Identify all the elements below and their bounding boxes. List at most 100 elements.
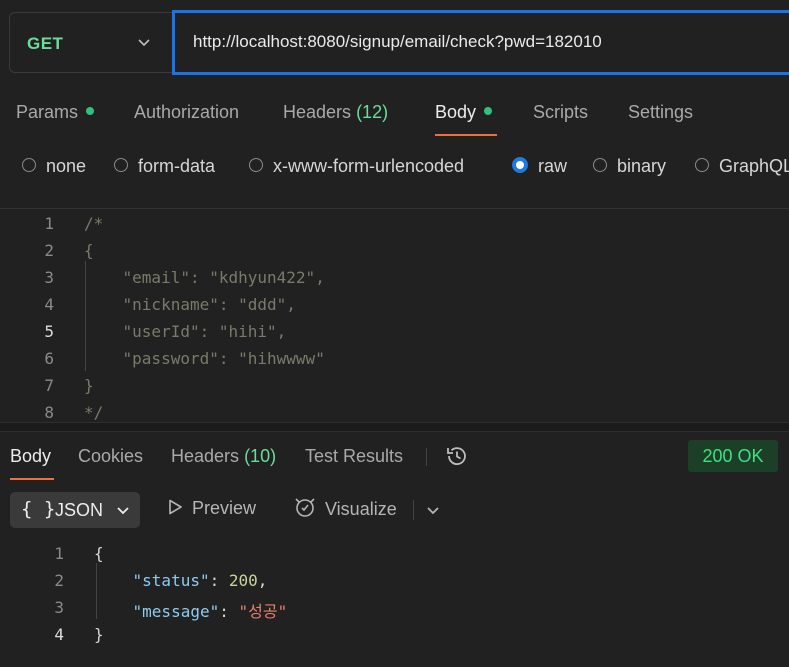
json-number: 200 <box>228 571 258 590</box>
response-tab-test-results[interactable]: Test Results <box>305 446 403 467</box>
radio-graphql[interactable]: GraphQL <box>695 156 789 177</box>
tab-label: Settings <box>628 102 694 122</box>
history-icon[interactable] <box>444 443 470 469</box>
line-number: 3 <box>54 598 64 617</box>
code-line: } <box>84 376 94 395</box>
radio-label: raw <box>538 156 568 176</box>
radio-icon <box>114 158 128 173</box>
radio-icon <box>695 158 709 173</box>
code-line: "message": "성공" <box>132 602 288 621</box>
tab-label: Headers <box>171 446 240 466</box>
response-body-viewer[interactable]: 1 { 2 "status": 200, 3 "message": "성공" 4… <box>0 540 789 660</box>
request-body-editor[interactable]: 1 /* 2 { 3 "email": "kdhyun422", 4 "nick… <box>0 210 789 422</box>
active-tab-indicator <box>435 134 497 136</box>
visualize-icon <box>295 498 315 517</box>
visualize-button[interactable]: Visualize <box>293 498 397 522</box>
radio-label: none <box>46 156 87 176</box>
radio-label: binary <box>617 156 667 176</box>
method-select[interactable]: GET <box>9 12 172 73</box>
request-tabs: Params Authorization Headers (12) Body S… <box>0 96 789 140</box>
code-line: "email": "kdhyun422", <box>84 268 325 287</box>
headers-count: (10) <box>244 446 277 466</box>
tab-label: Cookies <box>78 446 144 466</box>
radio-raw[interactable]: raw <box>512 156 567 177</box>
code-line: "status": 200, <box>132 571 268 590</box>
radio-form-data[interactable]: form-data <box>114 156 215 177</box>
code-line: } <box>94 625 104 644</box>
tab-label: Body <box>435 102 477 122</box>
code-line: */ <box>84 403 104 422</box>
code-line: "userId": "hihi", <box>84 322 287 341</box>
json-brace: } <box>94 625 104 644</box>
radio-label: form-data <box>138 156 216 176</box>
code-line: "nickname": "ddd", <box>84 295 296 314</box>
tab-params[interactable]: Params <box>16 102 95 123</box>
radio-binary[interactable]: binary <box>593 156 666 177</box>
method-label: GET <box>27 34 64 53</box>
line-number: 2 <box>44 241 54 260</box>
tab-label: Params <box>16 102 79 122</box>
chevron-down-icon <box>138 39 150 47</box>
radio-icon <box>593 158 607 173</box>
chevron-down-icon <box>117 507 129 515</box>
json-brace: { <box>94 544 104 563</box>
line-number: 5 <box>44 322 54 341</box>
response-tabs: Body Cookies Headers (10) Test Results 2… <box>0 440 789 484</box>
tab-label: Headers <box>283 102 352 122</box>
url-input[interactable]: http://localhost:8080/signup/email/check… <box>172 10 789 75</box>
response-tab-headers[interactable]: Headers (10) <box>171 446 276 467</box>
radio-label: GraphQL <box>719 156 789 176</box>
line-number: 6 <box>44 349 54 368</box>
preview-button[interactable]: Preview <box>166 498 256 519</box>
body-type-radios: none form-data x-www-form-urlencoded raw… <box>0 152 789 182</box>
format-label: JSON <box>55 500 104 520</box>
active-tab-indicator <box>10 478 54 480</box>
tab-body[interactable]: Body <box>435 102 493 123</box>
visualize-label: Visualize <box>325 498 397 519</box>
preview-label: Preview <box>192 498 257 518</box>
chevron-down-icon[interactable] <box>424 501 442 519</box>
format-select[interactable]: { } JSON <box>10 492 140 528</box>
radio-icon <box>249 158 263 173</box>
code-line: { <box>94 544 104 563</box>
code-line: /* <box>84 214 104 233</box>
line-number: 2 <box>54 571 64 590</box>
tab-label: Scripts <box>533 102 589 122</box>
response-tab-cookies[interactable]: Cookies <box>78 446 143 467</box>
line-number: 3 <box>44 268 54 287</box>
divider <box>413 500 414 520</box>
tab-label: Body <box>10 446 52 466</box>
headers-count: (12) <box>356 102 389 122</box>
tab-authorization[interactable]: Authorization <box>134 102 239 123</box>
url-text: http://localhost:8080/signup/email/check… <box>193 32 602 51</box>
json-key: "message" <box>132 602 220 621</box>
radio-x-www-form-urlencoded[interactable]: x-www-form-urlencoded <box>249 156 464 177</box>
tab-label: Authorization <box>134 102 240 122</box>
line-number: 8 <box>44 403 54 422</box>
line-number: 7 <box>44 376 54 395</box>
json-string: "성공" <box>238 602 288 621</box>
modified-dot <box>484 107 493 116</box>
code-line: "password": "hihwwww" <box>84 349 325 368</box>
line-number: 1 <box>44 214 54 233</box>
modified-dot <box>86 107 95 116</box>
radio-none[interactable]: none <box>22 156 86 177</box>
tab-scripts[interactable]: Scripts <box>533 102 588 123</box>
request-url-bar: GET http://localhost:8080/signup/email/c… <box>9 10 789 75</box>
radio-icon <box>22 158 36 173</box>
response-tab-body[interactable]: Body <box>10 446 51 467</box>
divider <box>0 208 789 209</box>
pane-resize-handle[interactable] <box>0 422 789 432</box>
divider <box>426 448 427 466</box>
line-number: 4 <box>54 625 64 644</box>
status-badge[interactable]: 200 OK <box>688 440 778 472</box>
tab-headers[interactable]: Headers (12) <box>283 102 388 123</box>
curly-braces-icon: { } <box>21 498 56 520</box>
tab-settings[interactable]: Settings <box>628 102 693 123</box>
line-number: 1 <box>54 544 64 563</box>
json-key: "status" <box>132 571 210 590</box>
tab-label: Test Results <box>305 446 404 466</box>
radio-selected-icon <box>512 157 528 174</box>
play-icon <box>169 499 182 515</box>
radio-label: x-www-form-urlencoded <box>273 156 465 176</box>
